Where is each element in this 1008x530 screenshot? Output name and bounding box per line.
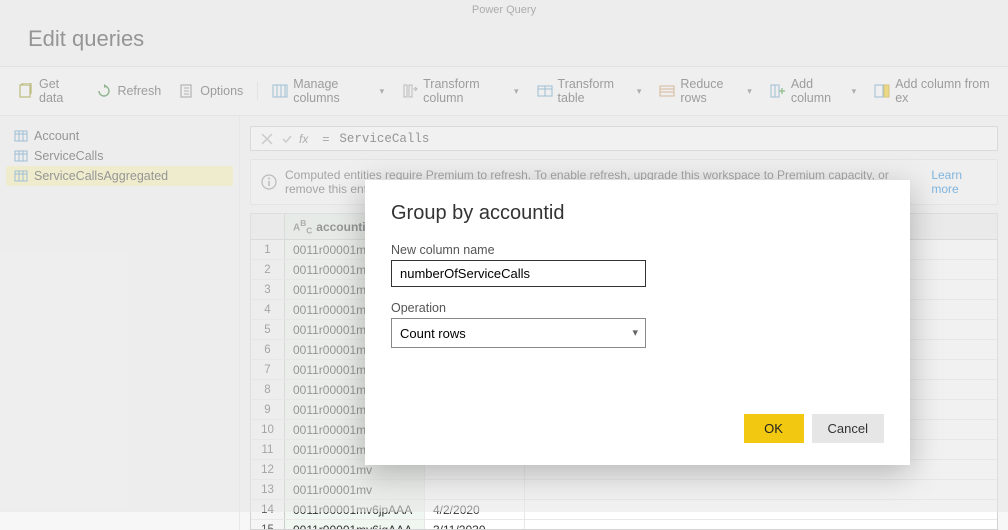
row-number: 8 [251, 380, 285, 399]
row-number: 13 [251, 480, 285, 499]
add-column-button[interactable]: Add column ▾ [762, 73, 864, 109]
formula-input[interactable] [335, 132, 997, 146]
get-data-button[interactable]: Get data [10, 73, 86, 109]
toolbar-label: Manage columns [293, 77, 372, 105]
cell-date[interactable] [425, 480, 525, 499]
add-column-from-examples-icon [874, 83, 890, 99]
cell-accountid[interactable]: 0011r00001mv [285, 480, 425, 499]
query-item-label: ServiceCalls [34, 149, 103, 163]
query-item-account[interactable]: Account [6, 126, 233, 146]
reduce-rows-icon [659, 83, 675, 99]
toolbar-label: Add column [791, 77, 845, 105]
refresh-icon [96, 83, 112, 99]
equals-label: = [316, 127, 335, 150]
row-number: 10 [251, 420, 285, 439]
chevron-down-icon: ▾ [747, 86, 752, 97]
cell-date[interactable]: 4/2/2020 [425, 500, 525, 519]
add-column-icon [770, 83, 786, 99]
operation-select[interactable] [391, 318, 646, 348]
learn-more-link[interactable]: Learn more [931, 168, 987, 196]
transform-table-button[interactable]: Transform table ▾ [529, 73, 650, 109]
reduce-rows-button[interactable]: Reduce rows ▾ [651, 73, 759, 109]
transform-column-icon [402, 83, 418, 99]
row-number: 14 [251, 500, 285, 519]
options-button[interactable]: Options [171, 79, 251, 103]
row-number: 4 [251, 300, 285, 319]
cancel-formula-icon[interactable] [259, 131, 275, 147]
get-data-icon [18, 83, 34, 99]
transform-table-icon [537, 83, 553, 99]
text-type-icon: ABC [293, 218, 312, 235]
manage-columns-button[interactable]: Manage columns ▾ [264, 73, 392, 109]
query-item-servicecallsaggregated[interactable]: ServiceCallsAggregated [6, 166, 233, 186]
table-icon [14, 169, 28, 183]
toolbar-label: Reduce rows [680, 77, 740, 105]
queries-sidebar: Account ServiceCalls ServiceCallsAggregate… [0, 116, 240, 530]
table-icon [14, 129, 28, 143]
new-column-name-label: New column name [391, 243, 884, 257]
table-icon [14, 149, 28, 163]
toolbar-label: Add column from ex [895, 77, 990, 105]
cancel-button[interactable]: Cancel [812, 414, 884, 443]
chevron-down-icon: ▾ [852, 86, 857, 97]
cell-accountid[interactable]: 0011r00001mv6jpAAA [285, 500, 425, 519]
formula-bar: fx = [250, 126, 998, 151]
toolbar-label: Refresh [117, 84, 161, 98]
grid-corner [251, 214, 285, 239]
new-column-name-input[interactable] [391, 260, 646, 287]
toolbar-label: Transform column [423, 77, 507, 105]
refresh-button[interactable]: Refresh [88, 79, 169, 103]
chevron-down-icon: ▾ [514, 86, 519, 97]
accept-formula-icon[interactable] [279, 131, 295, 147]
table-row[interactable]: 140011r00001mv6jpAAA4/2/2020 [251, 500, 997, 520]
toolbar-label: Transform table [558, 77, 630, 105]
row-number: 15 [251, 520, 285, 530]
row-number: 9 [251, 400, 285, 419]
transform-column-button[interactable]: Transform column ▾ [394, 73, 526, 109]
separator [257, 82, 258, 100]
toolbar: Get data Refresh Options Manage columns … [0, 66, 1008, 116]
cell-accountid[interactable]: 0011r00001mv6jqAAA [285, 520, 425, 530]
row-number: 7 [251, 360, 285, 379]
chevron-down-icon: ▾ [380, 86, 385, 97]
query-item-servicecalls[interactable]: ServiceCalls [6, 146, 233, 166]
operation-label: Operation [391, 301, 884, 315]
table-row[interactable]: 130011r00001mv [251, 480, 997, 500]
dialog-title: Group by accountid [391, 202, 884, 225]
row-number: 11 [251, 440, 285, 459]
table-row[interactable]: 150011r00001mv6jqAAA3/11/2030 [251, 520, 997, 530]
info-icon [261, 174, 277, 190]
fx-icon[interactable]: fx [299, 132, 308, 146]
row-number: 2 [251, 260, 285, 279]
row-number: 1 [251, 240, 285, 259]
page-title: Edit queries [0, 16, 1008, 66]
row-number: 3 [251, 280, 285, 299]
group-by-dialog: Group by accountid New column name Opera… [365, 180, 910, 465]
row-number: 5 [251, 320, 285, 339]
chevron-down-icon: ▾ [637, 86, 642, 97]
manage-columns-icon [272, 83, 288, 99]
cell-date[interactable]: 3/11/2030 [425, 520, 525, 530]
row-number: 12 [251, 460, 285, 479]
ok-button[interactable]: OK [744, 414, 804, 443]
toolbar-label: Options [200, 84, 243, 98]
query-item-label: ServiceCallsAggregated [34, 169, 168, 183]
toolbar-label: Get data [39, 77, 78, 105]
app-title: Power Query [0, 0, 1008, 16]
add-column-from-examples-button[interactable]: Add column from ex [866, 73, 998, 109]
options-icon [179, 83, 195, 99]
row-number: 6 [251, 340, 285, 359]
query-item-label: Account [34, 129, 79, 143]
